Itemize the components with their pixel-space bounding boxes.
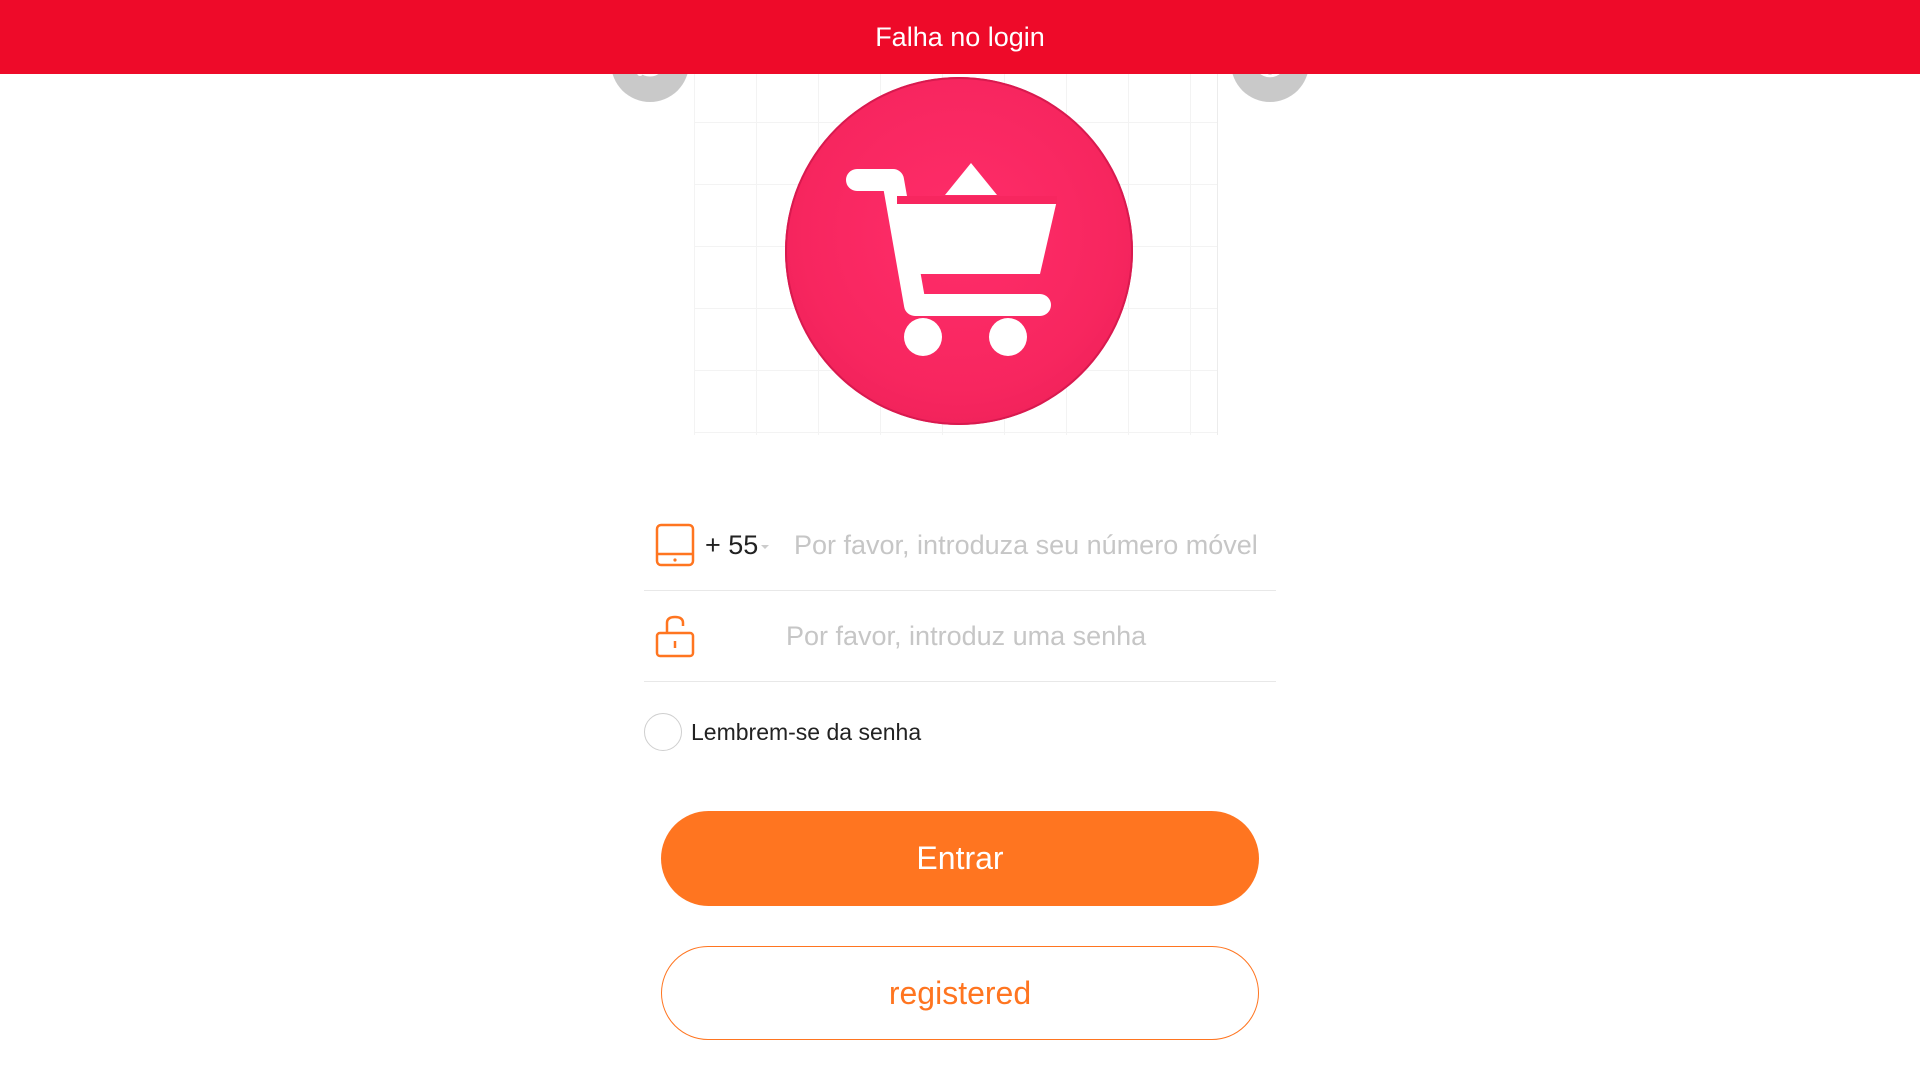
- chevron-down-icon: [761, 545, 769, 549]
- remember-password[interactable]: Lembrem-se da senha: [644, 712, 1276, 752]
- password-input[interactable]: [784, 610, 1268, 662]
- phone-input[interactable]: [792, 519, 1271, 571]
- shopping-cart-icon: [846, 163, 1057, 356]
- remember-password-checkbox[interactable]: [644, 713, 682, 751]
- app-logo: [785, 77, 1133, 425]
- lock-icon: [654, 615, 696, 658]
- login-error-banner: Falha no login: [0, 0, 1920, 74]
- remember-password-label: Lembrem-se da senha: [691, 718, 922, 745]
- login-error-message: Falha no login: [875, 21, 1045, 52]
- login-form: + 55 Lembrem-se da senha: [644, 500, 1276, 752]
- password-field-row: [644, 591, 1276, 682]
- login-button[interactable]: Entrar: [661, 811, 1259, 906]
- phone-field-row: + 55: [644, 500, 1276, 591]
- login-page: Falha no login + 55 Por favor, introduza…: [0, 0, 1920, 1080]
- country-code-selector[interactable]: + 55: [705, 530, 761, 561]
- mobile-phone-icon: [654, 523, 696, 567]
- app-logo-area: [694, 60, 1218, 435]
- register-button[interactable]: registered: [661, 946, 1259, 1040]
